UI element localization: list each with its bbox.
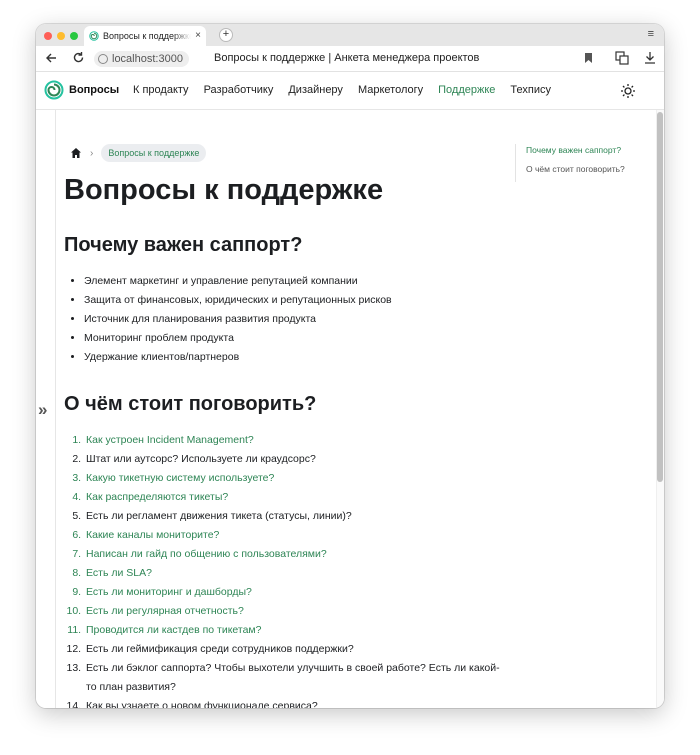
question-link[interactable]: Написан ли гайд по общению с пользовател… bbox=[84, 545, 504, 564]
page-title: Вопросы к поддержке bbox=[64, 174, 384, 206]
tab-menu-icon[interactable]: ≡ bbox=[648, 28, 654, 40]
why-support-list: Элемент маркетинг и управление репутацие… bbox=[64, 272, 504, 367]
table-of-contents: Почему важен саппорт? О чём стоит погово… bbox=[515, 144, 645, 182]
breadcrumb-separator-icon: › bbox=[90, 147, 94, 159]
toc-item-why-support[interactable]: Почему важен саппорт? bbox=[526, 144, 645, 156]
question-item: Штат или аутсорс? Используете ли краудсо… bbox=[84, 450, 504, 469]
address-bar[interactable]: localhost:3000 bbox=[94, 51, 189, 67]
question-link[interactable]: Какие каналы мониторите? bbox=[84, 526, 504, 545]
toc-item-topics[interactable]: О чём стоит поговорить? bbox=[526, 163, 645, 175]
nav-link-techwriter[interactable]: Техпису bbox=[510, 84, 551, 96]
browser-window: Вопросы к поддержке × + ≡ localhost:3000… bbox=[36, 24, 664, 708]
question-link[interactable]: Проводится ли кастдев по тикетам? bbox=[84, 621, 504, 640]
question-item: Есть ли бэклог саппорта? Чтобы выхотели … bbox=[84, 659, 504, 697]
list-item: Удержание клиентов/партнеров bbox=[84, 348, 504, 367]
minimize-window-button[interactable] bbox=[57, 32, 65, 40]
section-heading-why-support: Почему важен саппорт? bbox=[64, 234, 303, 256]
site-info-icon[interactable] bbox=[98, 54, 108, 64]
download-icon[interactable] bbox=[644, 51, 656, 64]
nav-link-marketer[interactable]: Маркетологу bbox=[358, 84, 423, 96]
close-window-button[interactable] bbox=[44, 32, 52, 40]
scrollbar-thumb[interactable] bbox=[657, 112, 663, 482]
nav-link-developer[interactable]: Разработчику bbox=[204, 84, 274, 96]
expand-sidebar-icon[interactable]: » bbox=[38, 400, 47, 420]
site-logo[interactable]: Вопросы bbox=[44, 80, 119, 100]
maximize-window-button[interactable] bbox=[70, 32, 78, 40]
section-heading-topics: О чём стоит поговорить? bbox=[64, 393, 317, 415]
question-link[interactable]: Есть ли SLA? bbox=[84, 564, 504, 583]
address-text: localhost:3000 bbox=[112, 53, 183, 65]
nav-link-designer[interactable]: Дизайнеру bbox=[288, 84, 343, 96]
home-icon[interactable] bbox=[70, 147, 82, 159]
logo-icon bbox=[44, 80, 64, 100]
site-navbar: Вопросы К продакту Разработчику Дизайнер… bbox=[36, 72, 664, 110]
logo-text: Вопросы bbox=[69, 84, 120, 96]
nav-links: К продакту Разработчику Дизайнеру Маркет… bbox=[133, 84, 551, 96]
list-item: Мониторинг проблем продукта bbox=[84, 329, 504, 348]
reload-icon[interactable] bbox=[72, 51, 85, 64]
bookmark-icon[interactable] bbox=[584, 52, 593, 64]
new-tab-button[interactable]: + bbox=[219, 28, 233, 42]
topics-list: Как устроен Incident Management? Штат ил… bbox=[64, 431, 504, 708]
article-content: Вопросы к поддержке Почему важен саппорт… bbox=[64, 172, 504, 708]
page-title-bar: Вопросы к поддержке | Анкета менеджера п… bbox=[214, 52, 480, 64]
title-bar: Вопросы к поддержке × + ≡ bbox=[36, 24, 664, 46]
sidebar-collapsed: » bbox=[36, 110, 56, 708]
question-link[interactable]: Есть ли регулярная отчетность? bbox=[84, 602, 504, 621]
question-item: Есть ли регламент движения тикета (стату… bbox=[84, 507, 504, 526]
browser-toolbar: localhost:3000 Вопросы к поддержке | Анк… bbox=[36, 46, 664, 72]
nav-link-support[interactable]: Поддержке bbox=[438, 84, 495, 96]
translate-icon[interactable] bbox=[615, 51, 629, 65]
nav-link-product[interactable]: К продакту bbox=[133, 84, 189, 96]
list-item: Источник для планирования развития проду… bbox=[84, 310, 504, 329]
question-link[interactable]: Как распределяются тикеты? bbox=[84, 488, 504, 507]
question-item: Есть ли геймификация среди сотрудников п… bbox=[84, 640, 504, 659]
back-icon[interactable] bbox=[45, 52, 57, 64]
breadcrumb-current[interactable]: Вопросы к поддержке bbox=[101, 144, 207, 162]
list-item: Элемент маркетинг и управление репутацие… bbox=[84, 272, 504, 291]
question-link[interactable]: Есть ли мониторинг и дашборды? bbox=[84, 583, 504, 602]
tab-title: Вопросы к поддержке bbox=[103, 31, 192, 41]
question-link[interactable]: Как устроен Incident Management? bbox=[84, 431, 504, 450]
breadcrumb: › Вопросы к поддержке bbox=[70, 144, 207, 162]
question-link[interactable]: Какую тикетную систему используете? bbox=[84, 469, 504, 488]
list-item: Защита от финансовых, юридических и репу… bbox=[84, 291, 504, 310]
tab-close-icon[interactable]: × bbox=[195, 31, 201, 41]
favicon-icon bbox=[89, 31, 99, 41]
page-viewport: Вопросы К продакту Разработчику Дизайнер… bbox=[36, 72, 664, 708]
theme-toggle-sun-icon[interactable] bbox=[620, 83, 636, 99]
question-item: Как вы узнаете о новом функционале серви… bbox=[84, 697, 504, 708]
browser-tab[interactable]: Вопросы к поддержке × bbox=[84, 26, 206, 46]
